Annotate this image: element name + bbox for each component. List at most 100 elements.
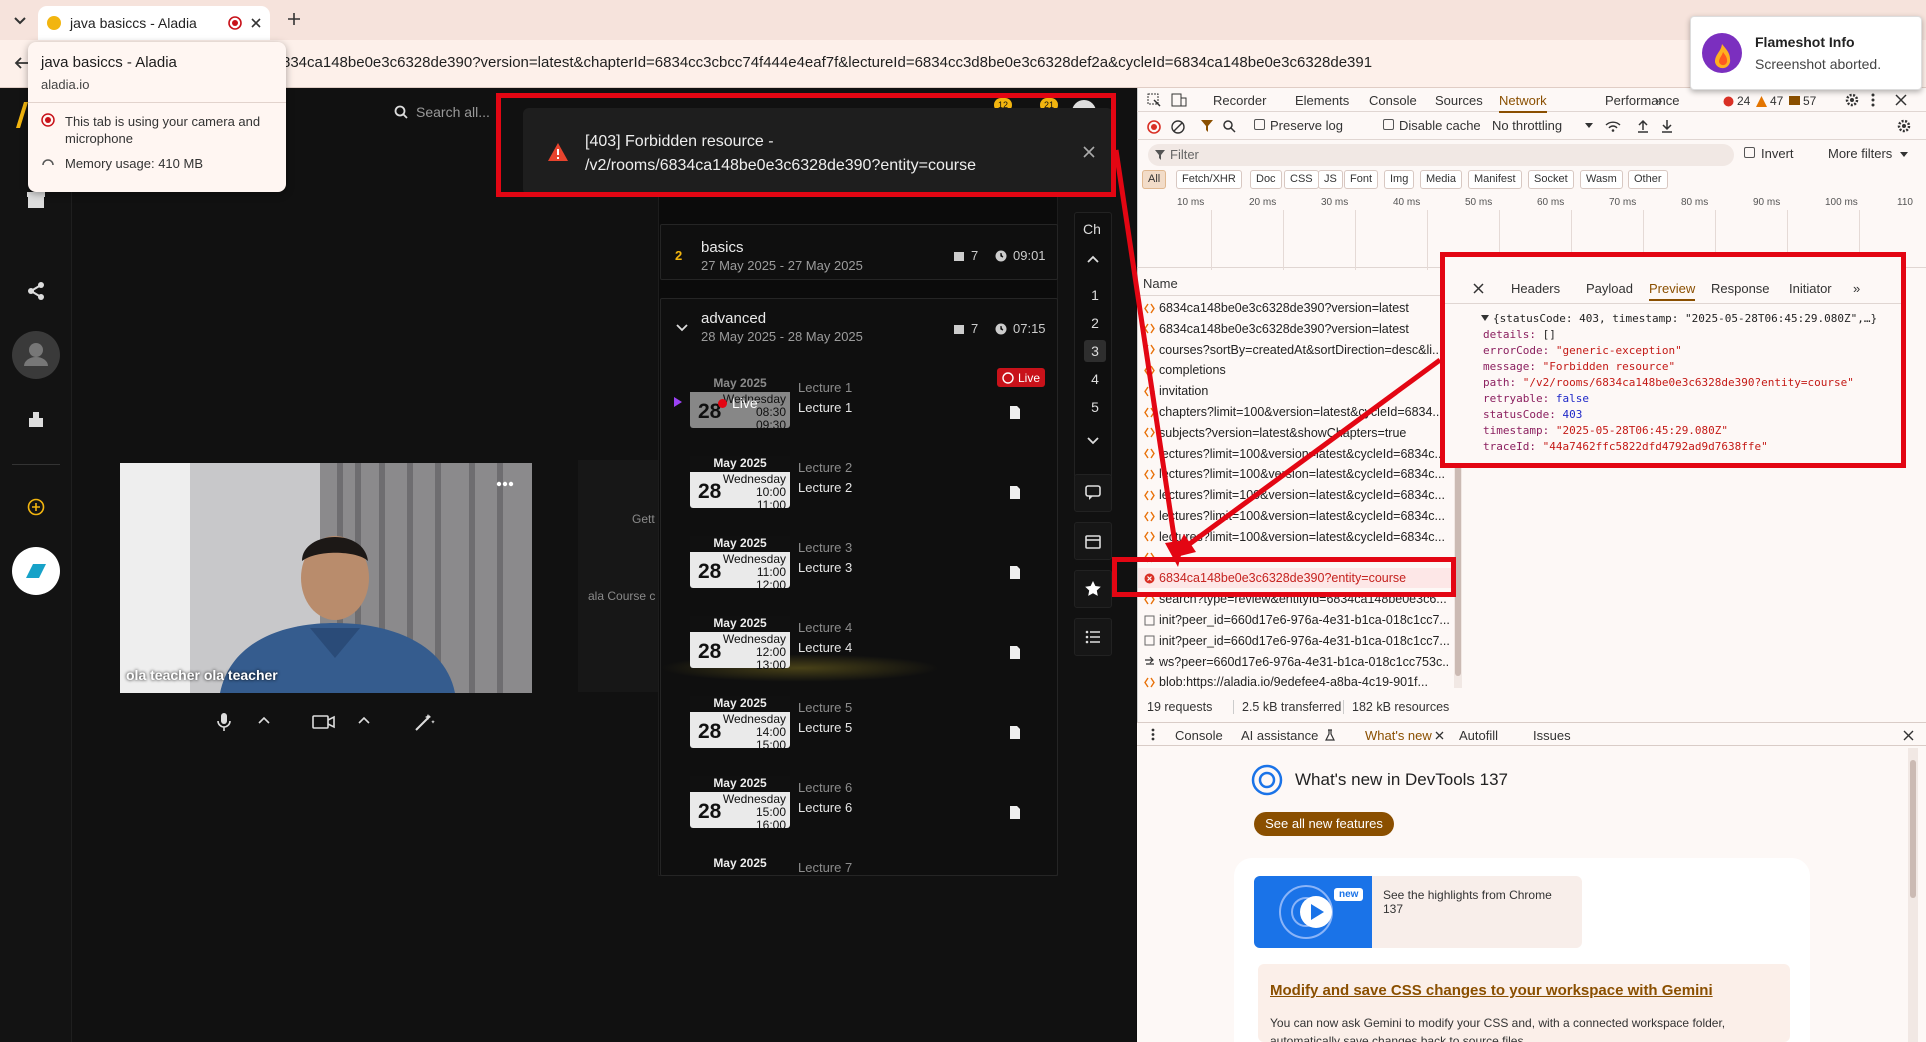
- library-icon[interactable]: [27, 410, 45, 428]
- browser-tab[interactable]: java basiccs - Aladia: [38, 6, 270, 40]
- chip-other[interactable]: Other: [1628, 170, 1668, 189]
- chip-socket[interactable]: Socket: [1528, 170, 1574, 189]
- favorite-button[interactable]: [1074, 570, 1112, 608]
- filter-funnel-icon[interactable]: [1201, 120, 1213, 132]
- document-icon[interactable]: [1010, 806, 1020, 819]
- request-row[interactable]: lectures?limit=100&version=latest&cycleI…: [1144, 444, 1449, 464]
- chip-doc[interactable]: Doc: [1250, 170, 1282, 189]
- tab-elements[interactable]: Elements: [1295, 93, 1349, 108]
- chip-manifest[interactable]: Manifest: [1468, 170, 1522, 189]
- tab-performance[interactable]: Performance: [1605, 93, 1679, 108]
- chapter-nav-item[interactable]: 2: [1084, 312, 1106, 334]
- chip-media[interactable]: Media: [1420, 170, 1462, 189]
- document-icon[interactable]: [1010, 646, 1020, 659]
- chevron-down-icon[interactable]: [1086, 436, 1100, 446]
- article-title-link[interactable]: Modify and save CSS changes to your work…: [1270, 982, 1713, 999]
- see-all-features-button[interactable]: See all new features: [1254, 812, 1394, 836]
- record-icon[interactable]: [1147, 120, 1161, 134]
- request-row[interactable]: courses?sortBy=createdAt&sortDirection=d…: [1144, 340, 1449, 360]
- tab-more[interactable]: »: [1655, 93, 1662, 108]
- more-filters-button[interactable]: More filters: [1828, 146, 1892, 161]
- camera-icon[interactable]: [312, 714, 336, 730]
- request-row[interactable]: lectures?limit=100&version=latest&cycleI…: [1144, 485, 1449, 505]
- name-column-header[interactable]: Name: [1137, 276, 1457, 296]
- chapter-basics[interactable]: 2 basics 27 May 2025 - 27 May 2025 7 09:…: [660, 224, 1058, 280]
- network-settings-icon[interactable]: [1897, 119, 1911, 133]
- share-icon[interactable]: [27, 282, 45, 300]
- request-row[interactable]: init?peer_id=660d17e6-976a-4e31-b1ca-018…: [1144, 631, 1449, 651]
- chip-fetch-xhr[interactable]: Fetch/XHR: [1176, 170, 1242, 189]
- upload-icon[interactable]: [1637, 119, 1649, 133]
- more-options-icon[interactable]: [496, 481, 514, 487]
- list-button[interactable]: [1074, 618, 1112, 656]
- chat-button[interactable]: [1074, 474, 1112, 512]
- request-row[interactable]: 6834ca148be0e3c6328de390?version=latest: [1144, 298, 1449, 318]
- tab-console[interactable]: Console: [1369, 93, 1417, 108]
- request-row[interactable]: lectures?limit=100&version=latest&cycleI…: [1144, 506, 1449, 526]
- lecture-date-tile[interactable]: May 2025 28 Wednesday 15:00 16:00: [690, 776, 790, 832]
- document-icon[interactable]: [1010, 566, 1020, 579]
- detail-tab-response[interactable]: Response: [1711, 281, 1770, 296]
- drawer-tab-autofill[interactable]: Autofill: [1459, 728, 1498, 743]
- device-toolbar-icon[interactable]: [1171, 93, 1187, 107]
- detail-tab-more[interactable]: »: [1853, 281, 1860, 296]
- lecture-date-tile[interactable]: May 2025 28 Wednesday 11:00 12:00: [690, 536, 790, 592]
- request-row[interactable]: ws?peer=660d17e6-976a-4e31-b1ca-018c1cc7…: [1144, 652, 1449, 672]
- detail-tab-payload[interactable]: Payload: [1586, 281, 1633, 296]
- request-row[interactable]: lectures?limit=100&version=latest&cycleI…: [1144, 464, 1449, 484]
- lecture-date-tile[interactable]: May 2025 28 Wednesday 14:00 15:00: [690, 696, 790, 752]
- microphone-icon[interactable]: [216, 712, 232, 732]
- lecture-name[interactable]: Lecture 1: [798, 400, 852, 415]
- chip-wasm[interactable]: Wasm: [1580, 170, 1623, 189]
- error-count[interactable]: 24: [1723, 94, 1750, 108]
- workspace-logo-icon[interactable]: [11, 546, 61, 596]
- invert-checkbox[interactable]: [1744, 147, 1755, 158]
- lecture-date-tile[interactable]: May 2025 28 Wednesday 12:00 13:00: [690, 616, 790, 672]
- chevron-down-icon[interactable]: [675, 323, 689, 333]
- inspect-element-icon[interactable]: [1147, 93, 1161, 107]
- highlights-label[interactable]: See the highlights from Chrome 137: [1383, 888, 1573, 916]
- lecture-name[interactable]: Lecture 5: [798, 720, 852, 735]
- tab-sources[interactable]: Sources: [1435, 93, 1483, 108]
- drawer-tab-console[interactable]: Console: [1175, 728, 1223, 743]
- lecture-name[interactable]: Lecture 3: [798, 560, 852, 575]
- request-row[interactable]: blob:https://aladia.io/9edefee4-a8ba-4c1…: [1144, 672, 1449, 692]
- detail-tab-preview[interactable]: Preview: [1649, 281, 1696, 301]
- disable-cache-checkbox[interactable]: [1383, 119, 1394, 130]
- request-row[interactable]: init?peer_id=660d17e6-976a-4e31-b1ca-018…: [1144, 610, 1449, 630]
- expand-triangle-icon[interactable]: [1481, 315, 1489, 321]
- close-detail-icon[interactable]: [1473, 283, 1484, 294]
- download-icon[interactable]: [1661, 119, 1673, 133]
- close-whats-new-icon[interactable]: [1435, 731, 1444, 740]
- drawer-tab-whats-new[interactable]: What's new: [1365, 728, 1432, 748]
- add-circle-icon[interactable]: [27, 498, 45, 516]
- lecture-name[interactable]: Lecture 2: [798, 480, 852, 495]
- warning-count[interactable]: 47: [1756, 94, 1783, 108]
- document-icon[interactable]: [1010, 486, 1020, 499]
- chapter-nav-item[interactable]: 1: [1084, 284, 1106, 306]
- request-row[interactable]: completions: [1144, 360, 1449, 380]
- preserve-log-checkbox[interactable]: [1254, 119, 1265, 130]
- settings-gear-icon[interactable]: [1845, 93, 1859, 107]
- request-row[interactable]: subjects?version=latest&showChapters=tru…: [1144, 423, 1449, 443]
- clear-icon[interactable]: [1171, 120, 1185, 134]
- message-count[interactable]: 57: [1789, 94, 1816, 108]
- tab-network[interactable]: Network: [1499, 93, 1547, 113]
- close-devtools-icon[interactable]: [1895, 94, 1907, 106]
- close-tab-icon[interactable]: [250, 17, 262, 29]
- tab-list-chevron-icon[interactable]: [10, 10, 30, 30]
- chapter-nav-item[interactable]: 4: [1084, 368, 1106, 390]
- network-conditions-icon[interactable]: [1605, 120, 1621, 132]
- request-row[interactable]: invitation: [1144, 381, 1449, 401]
- close-drawer-icon[interactable]: [1903, 730, 1914, 741]
- tab-recorder[interactable]: Recorder: [1213, 93, 1266, 108]
- chip-font[interactable]: Font: [1344, 170, 1379, 189]
- mic-options-chevron-icon[interactable]: [258, 716, 270, 724]
- store-icon[interactable]: [26, 190, 46, 210]
- global-search[interactable]: Search all...: [394, 104, 490, 120]
- url-field[interactable]: 834ca148be0e3c6328de390?version=latest&c…: [282, 54, 1372, 71]
- highlights-thumbnail[interactable]: new: [1254, 876, 1372, 948]
- chip-js[interactable]: JS: [1318, 170, 1343, 189]
- document-icon[interactable]: [1010, 726, 1020, 739]
- search-icon[interactable]: [1223, 120, 1236, 133]
